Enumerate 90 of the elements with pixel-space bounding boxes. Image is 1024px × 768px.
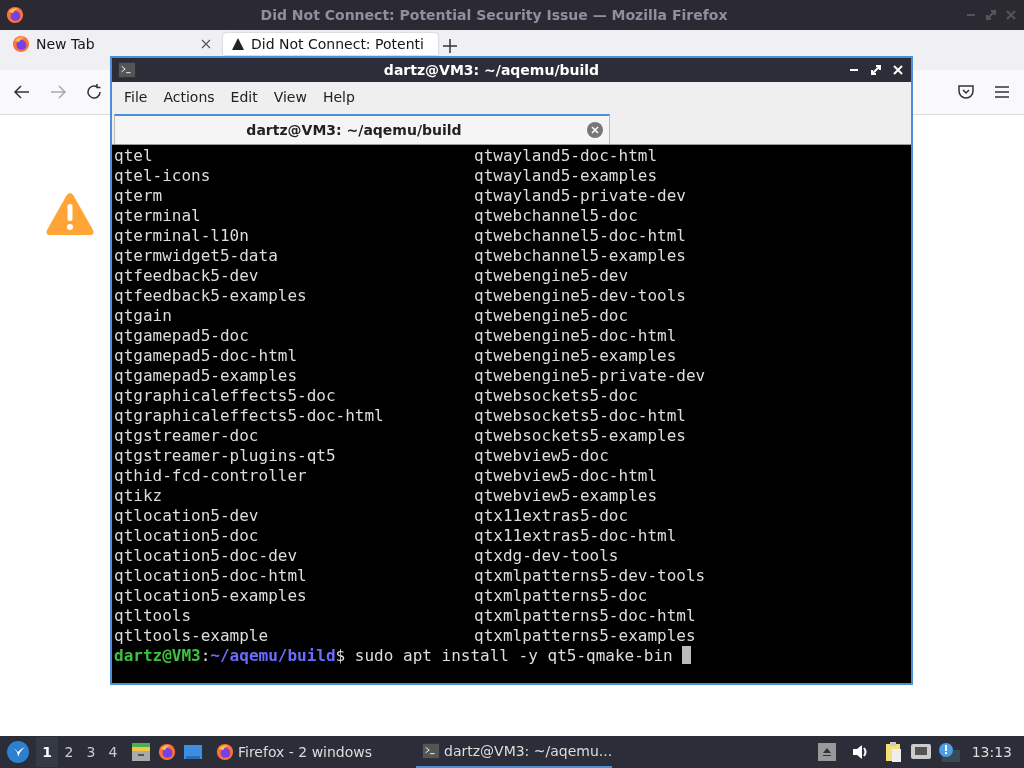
terminal-icon (422, 742, 440, 760)
start-menu-icon[interactable] (6, 740, 30, 764)
package-name: qtltools-example (114, 626, 270, 646)
package-name: qtwebengine5-dev (474, 266, 630, 286)
warning-icon (44, 190, 96, 238)
clock: 13:13 (970, 744, 1013, 760)
package-name: qterminal (114, 206, 202, 226)
window-title: dartz@VM3: ~/aqemu/build (382, 62, 601, 78)
new-tab-icon[interactable] (442, 38, 458, 54)
package-name: qtwebsockets5-doc (474, 386, 639, 406)
package-name: qtlocation5-doc-dev (114, 546, 299, 566)
package-name: qterm (114, 186, 164, 206)
workspace-button[interactable]: 1 (36, 737, 58, 767)
tab-label[interactable]: dartz@VM3: ~/aqemu/build (121, 122, 587, 138)
package-name: qtel (114, 146, 154, 166)
menu-item[interactable]: Actions (155, 85, 223, 109)
package-name: qtx11extras5-doc-html (474, 526, 678, 546)
firefox-icon (12, 35, 30, 53)
package-name: qtwebchannel5-doc (474, 206, 639, 226)
package-name: qtwebchannel5-doc-html (474, 226, 687, 246)
file-manager-icon[interactable] (130, 741, 152, 763)
browser-tab[interactable]: New Tab (4, 33, 219, 55)
close-icon[interactable] (201, 39, 211, 49)
browser-tab[interactable]: Did Not Connect: Potenti (223, 33, 438, 55)
taskbar-task[interactable]: Firefox - 2 windows (210, 736, 410, 768)
package-name: qtwebengine5-dev-tools (474, 286, 687, 306)
package-name: qtgraphicaleffects5-doc (114, 386, 337, 406)
package-name: qtwebview5-examples (474, 486, 659, 506)
reload-icon[interactable] (84, 82, 104, 102)
package-name: qtx11extras5-doc (474, 506, 630, 526)
package-name: qtgain (114, 306, 173, 326)
package-name: qtel-icons (114, 166, 212, 186)
package-name: qtgamepad5-examples (114, 366, 299, 386)
package-name: qtwayland5-doc-html (474, 146, 659, 166)
command-line: dartz@VM3:~/aqemu/build$ sudo apt install -y qt5-qmake-bin (114, 646, 674, 666)
package-name: qtgstreamer-plugins-qt5 (114, 446, 337, 466)
firefox-icon (6, 6, 24, 24)
menu-item[interactable]: Edit (222, 85, 266, 109)
package-name: qtwebview5-doc-html (474, 466, 659, 486)
package-name: qtgstreamer-doc (114, 426, 260, 446)
package-name: qtlocation5-doc-html (114, 566, 308, 586)
package-name: qtxmlpatterns5-examples (474, 626, 697, 646)
close-icon[interactable] (891, 63, 905, 77)
menu-item[interactable]: Help (314, 85, 363, 109)
package-name: qtwebsockets5-examples (474, 426, 687, 446)
pocket-icon[interactable] (956, 82, 976, 102)
package-name: qtikz (114, 486, 164, 506)
cursor (682, 646, 692, 664)
package-name: qtlocation5-dev (114, 506, 260, 526)
package-name: qtwebengine5-doc (474, 306, 630, 326)
package-name: qtfeedback5-dev (114, 266, 260, 286)
package-name: qtxdg-dev-tools (474, 546, 620, 566)
package-name: qtwebengine5-private-dev (474, 366, 707, 386)
package-name: qtxmlpatterns5-doc-html (474, 606, 697, 626)
workspace-button[interactable]: 2 (58, 737, 80, 767)
package-name: qtgraphicaleffects5-doc-html (114, 406, 385, 426)
clipboard-icon[interactable] (883, 741, 904, 763)
package-name: qtlocation5-doc (114, 526, 260, 546)
maximize-icon[interactable] (869, 63, 883, 77)
warning-icon (231, 37, 245, 51)
network-icon[interactable] (909, 742, 932, 762)
package-name: qtxmlpatterns5-doc (474, 586, 649, 606)
package-name: qtwebsockets5-doc-html (474, 406, 687, 426)
package-name: qtgamepad5-doc (114, 326, 250, 346)
package-name: qtwebview5-doc (474, 446, 610, 466)
firefox-icon (216, 743, 234, 761)
package-name: qtwebengine5-doc-html (474, 326, 678, 346)
eject-icon[interactable] (817, 743, 836, 761)
menu-item[interactable]: File (116, 85, 156, 109)
package-name: qtltools (114, 606, 193, 626)
window-title: Did Not Connect: Potential Security Issue — Mozilla Firefox (259, 7, 729, 23)
package-name: qtwebengine5-examples (474, 346, 678, 366)
package-name: qtwayland5-private-dev (474, 186, 687, 206)
package-name: qtwebchannel5-examples (474, 246, 687, 266)
workspace-button[interactable]: 4 (102, 737, 124, 767)
package-name: qtermwidget5-data (114, 246, 279, 266)
package-name: qtgamepad5-doc-html (114, 346, 299, 366)
terminal-tab[interactable]: dartz@VM3: ~/aqemu/build (114, 114, 610, 144)
package-name: qtfeedback5-examples (114, 286, 308, 306)
package-name: qtwayland5-examples (474, 166, 659, 186)
package-name: qterminal-l10n (114, 226, 250, 246)
package-name: qtlocation5-examples (114, 586, 308, 606)
taskbar-task[interactable]: dartz@VM3: ~/aqemu... (416, 736, 612, 768)
package-name: qthid-fcd-controller (114, 466, 308, 486)
menu-item[interactable]: View (265, 85, 315, 109)
firefox-icon (158, 743, 176, 761)
notification-icon[interactable] (937, 742, 960, 762)
workspace-button[interactable]: 3 (80, 737, 102, 767)
terminal-icon (118, 61, 136, 79)
package-name: qtxmlpatterns5-dev-tools (474, 566, 707, 586)
